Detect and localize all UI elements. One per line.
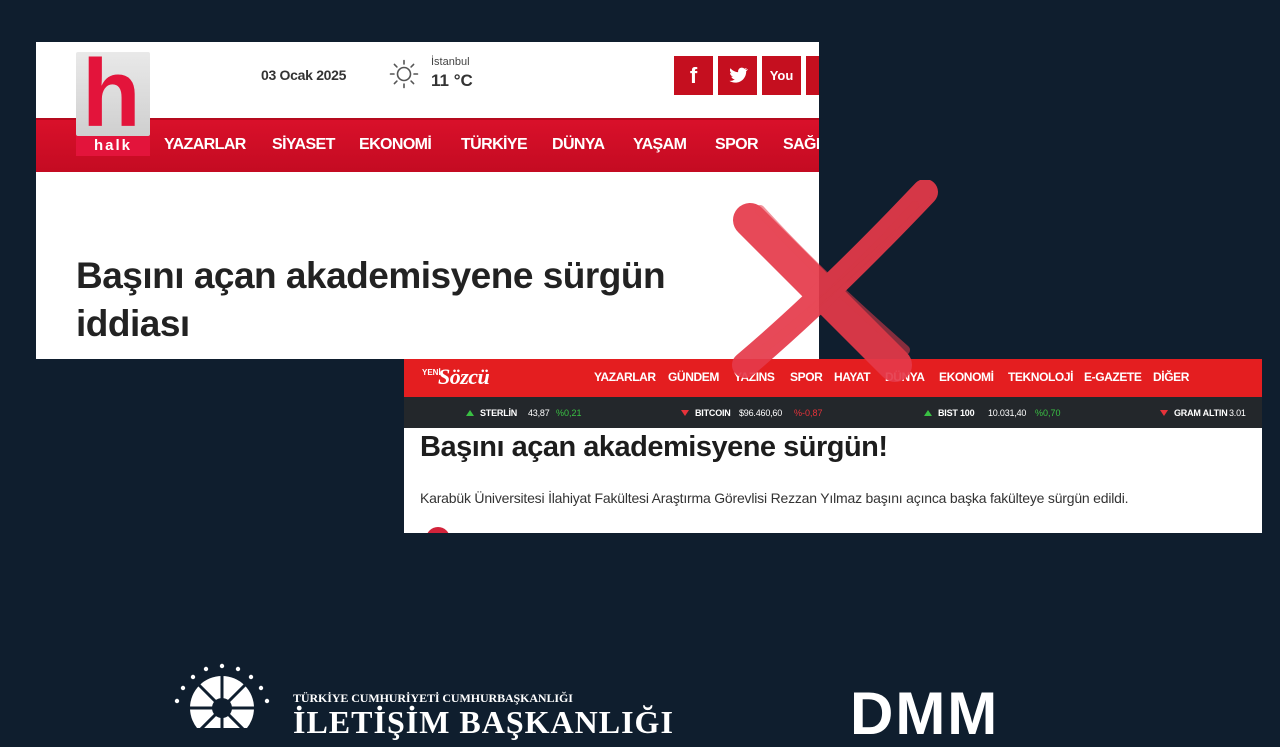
twitter-bird-shape	[728, 67, 748, 83]
market-ticker: STERLİN 43,87 %0,21 BITCOIN $96.460,60 %…	[404, 397, 1262, 428]
red-cross-icon	[732, 180, 938, 382]
halk-logo[interactable]: h halk	[76, 46, 150, 156]
ticker-change: %0,70	[1035, 408, 1061, 418]
halk-date: 03 Ocak 2025	[261, 67, 347, 83]
iletisim-emblem-icon	[174, 663, 270, 728]
sozcu-logo[interactable]: Sözcü	[438, 364, 490, 390]
halk-nav-siyaset[interactable]: SİYASET	[272, 136, 335, 154]
down-arrow-icon	[681, 410, 689, 416]
halk-nav-turkiye[interactable]: TÜRKİYE	[461, 136, 528, 154]
halk-nav-bar: YAZARLAR SİYASET EKONOMİ TÜRKİYE DÜNYA Y…	[36, 118, 819, 172]
ticker-value: 10.031,40	[988, 408, 1027, 418]
sozcu-nav-egazete[interactable]: E-GAZETE	[1084, 370, 1142, 384]
ticker-label: STERLİN	[480, 408, 518, 418]
sozcu-nav-gundem[interactable]: GÜNDEM	[668, 370, 719, 384]
halk-logo-h: h	[82, 42, 141, 147]
ticker-label: BITCOIN	[695, 408, 731, 418]
gov-org-line2: İLETİŞİM BAŞKANLIĞI	[293, 704, 674, 740]
halk-nav-yasam[interactable]: YAŞAM	[633, 136, 687, 154]
ticker-change: %0,21	[556, 408, 582, 418]
halk-nav-spor[interactable]: SPOR	[715, 136, 759, 154]
ticker-value: $96.460,60	[739, 408, 783, 418]
halk-nav-saglik[interactable]: SAĞLIK	[783, 136, 819, 154]
up-arrow-icon	[924, 410, 932, 416]
ticker-change: %-0,87	[794, 408, 823, 418]
weather-temp: 11 °C	[431, 71, 473, 90]
sozcu-headline[interactable]: Başını açan akademisyene sürgün!	[420, 431, 888, 464]
up-arrow-icon	[466, 410, 474, 416]
sozcu-nav-teknoloji[interactable]: TEKNOLOJİ	[1008, 370, 1073, 384]
youtube-icon[interactable]: You	[762, 56, 801, 95]
halk-logo-label: halk	[76, 136, 150, 156]
ticker-label: GRAM ALTIN	[1174, 408, 1228, 418]
halk-nav-ekonomi[interactable]: EKONOMİ	[359, 136, 432, 154]
facebook-icon[interactable]: f	[674, 56, 713, 95]
halk-nav-dunya[interactable]: DÜNYA	[552, 136, 605, 154]
down-arrow-icon	[1160, 410, 1168, 416]
sun-icon	[389, 59, 419, 89]
sozcu-nav-yazarlar[interactable]: YAZARLAR	[594, 370, 656, 384]
halk-headline[interactable]: Başını açan akademisyene sürgün iddiası	[76, 252, 736, 348]
instagram-icon[interactable]: i	[806, 56, 819, 95]
ticker-value: 3.01	[1229, 408, 1246, 418]
ticker-label: BIST 100	[938, 408, 975, 418]
halk-header: 03 Ocak 2025 İstanbul 11 °C f You i	[36, 42, 819, 118]
halk-nav-yazarlar[interactable]: YAZARLAR	[164, 136, 246, 154]
weather-city: İstanbul	[431, 56, 470, 68]
sozcu-summary: Karabük Üniversitesi İlahiyat Fakültesi …	[420, 490, 1129, 506]
dmm-logo: DMM	[850, 680, 1000, 747]
twitter-icon[interactable]	[718, 56, 757, 95]
avatar	[426, 527, 450, 533]
ticker-value: 43,87	[528, 408, 550, 418]
halk-news-card: 03 Ocak 2025 İstanbul 11 °C f You i h ha…	[36, 42, 819, 359]
sozcu-nav-diger[interactable]: DİĞER	[1153, 370, 1189, 384]
